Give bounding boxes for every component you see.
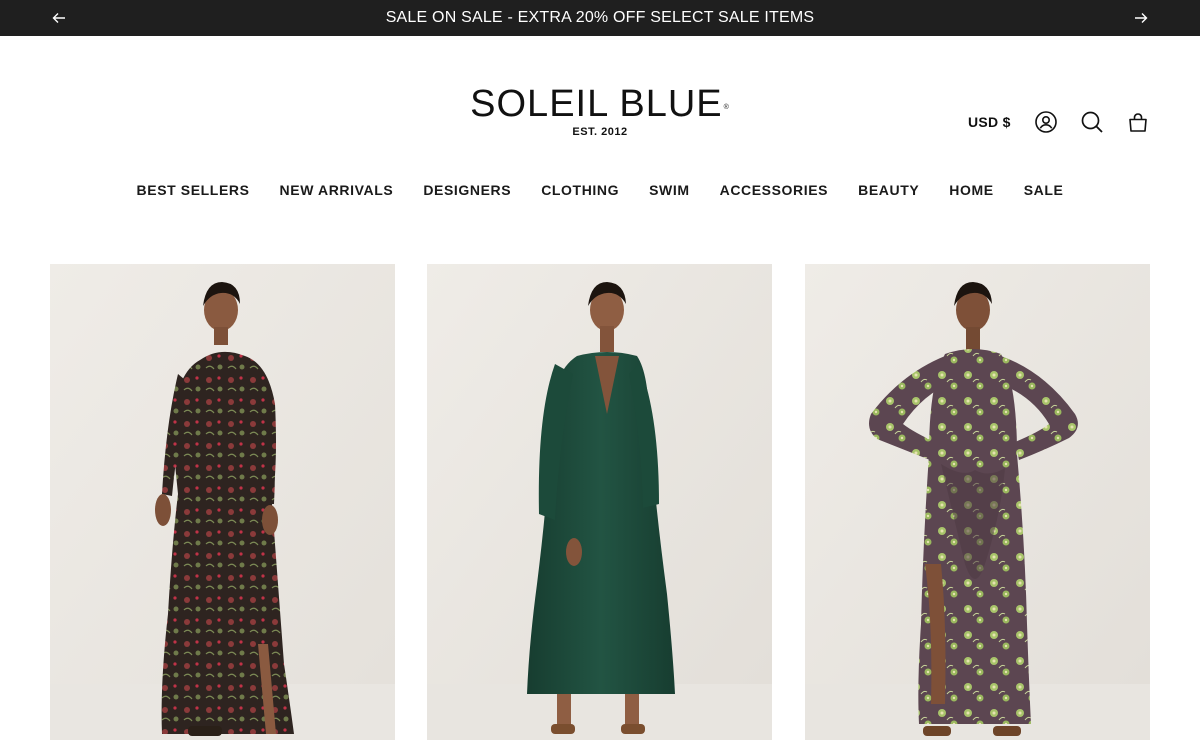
product-grid	[50, 264, 1150, 740]
site-logo[interactable]: SOLEIL BLUE® EST. 2012	[400, 84, 800, 138]
product-card[interactable]	[427, 264, 772, 740]
registered-mark: ®	[723, 104, 730, 111]
nav-item-swim[interactable]: SWIM	[634, 178, 705, 202]
nav-item-clothing[interactable]: CLOTHING	[526, 178, 634, 202]
nav-item-beauty[interactable]: BEAUTY	[843, 178, 934, 202]
product-image-purple-floral-wrap-dress[interactable]	[805, 264, 1150, 740]
nav-item-best-sellers[interactable]: BEST SELLERS	[122, 178, 265, 202]
main-navigation: BEST SELLERS NEW ARRIVALS DESIGNERS CLOT…	[0, 178, 1200, 202]
logo-established: EST. 2012	[572, 126, 628, 138]
product-image-floral-maxi-dress[interactable]	[50, 264, 395, 740]
announcement-message[interactable]: SALE ON SALE - EXTRA 20% OFF SELECT SALE…	[0, 0, 1200, 36]
search-icon[interactable]	[1074, 104, 1110, 140]
nav-item-designers[interactable]: DESIGNERS	[408, 178, 526, 202]
nav-item-sale[interactable]: SALE	[1009, 178, 1079, 202]
nav-item-home[interactable]: HOME	[934, 178, 1008, 202]
logo-wordmark: SOLEIL BLUE	[470, 83, 723, 125]
logo-brand: SOLEIL BLUE®	[400, 84, 800, 124]
product-image-green-midi-dress[interactable]	[427, 264, 772, 740]
cart-icon[interactable]	[1120, 104, 1156, 140]
product-card[interactable]	[50, 264, 395, 740]
announcement-bar: SALE ON SALE - EXTRA 20% OFF SELECT SALE…	[0, 0, 1200, 36]
currency-selector[interactable]: USD $	[962, 104, 1017, 140]
account-icon[interactable]	[1028, 104, 1064, 140]
nav-item-accessories[interactable]: ACCESSORIES	[705, 178, 844, 202]
product-card[interactable]	[805, 264, 1150, 740]
arrow-right-icon[interactable]	[1123, 0, 1159, 36]
nav-item-new-arrivals[interactable]: NEW ARRIVALS	[265, 178, 409, 202]
